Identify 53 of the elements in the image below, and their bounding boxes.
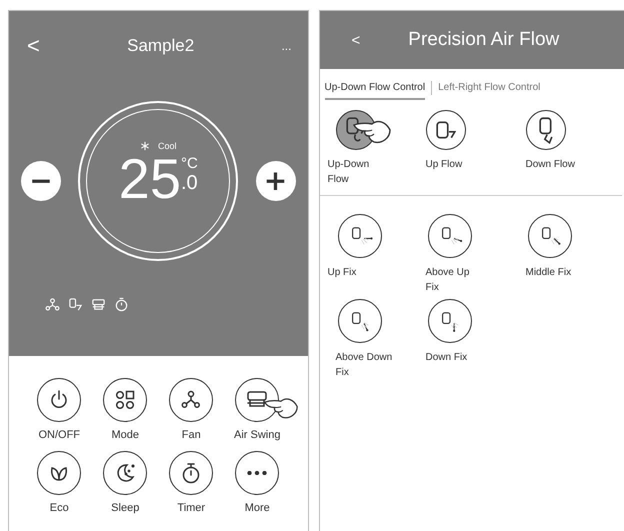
menu-button[interactable]: ... <box>281 39 292 53</box>
decrease-button[interactable]: − <box>21 161 61 201</box>
tab[interactable]: Up-Down Flow Control <box>324 82 426 100</box>
option-label: Above Down Fix <box>336 351 394 380</box>
option-label: Above Up Fix <box>426 266 470 295</box>
back-button[interactable]: < <box>27 33 40 59</box>
mode-label: Cool <box>158 141 176 151</box>
mode-icon <box>113 388 138 412</box>
control-button[interactable] <box>235 451 280 495</box>
option-label: Up-Down Flow <box>328 158 370 187</box>
screen-title: Precision Air Flow <box>408 29 560 51</box>
temperature-unit: °C <box>180 155 198 172</box>
temperature-decimal: .0 <box>180 172 198 195</box>
fix-option-button[interactable] <box>428 299 472 343</box>
tab[interactable]: Left-Right Flow Control <box>438 82 540 100</box>
control-button[interactable] <box>169 451 214 495</box>
control-button[interactable] <box>37 451 82 495</box>
fix-option-button[interactable] <box>528 214 572 258</box>
button-label: Air Swing <box>234 429 280 441</box>
option-label: Middle Fix <box>526 266 572 280</box>
option-label: Up Fix <box>328 266 358 280</box>
option-label: Down Flow <box>526 158 576 172</box>
control-button[interactable] <box>235 378 280 422</box>
flow-option-button[interactable] <box>426 110 466 150</box>
control-button[interactable] <box>103 451 148 495</box>
option-label: Down Fix <box>426 351 468 365</box>
fix-option-button[interactable] <box>338 299 382 343</box>
button-label: ON/OFF <box>38 429 80 441</box>
swing-icon <box>91 297 106 312</box>
button-label: Fan <box>182 429 201 441</box>
screen-title: Sample2 <box>127 36 194 56</box>
control-button[interactable] <box>103 378 148 422</box>
button-label: Timer <box>177 502 206 514</box>
fan-icon <box>45 297 60 312</box>
fix-option-button[interactable] <box>338 214 382 258</box>
button-label: Eco <box>50 502 69 514</box>
more-icon <box>247 471 268 475</box>
control-button[interactable] <box>37 378 82 422</box>
snowflake-icon <box>140 141 150 151</box>
air-flow-icon <box>436 121 456 139</box>
back-button[interactable]: < <box>352 32 360 48</box>
button-label: More <box>244 502 270 514</box>
button-label: Mode <box>111 429 140 441</box>
flow-option-button[interactable] <box>526 110 566 150</box>
fix-option-button[interactable] <box>428 214 472 258</box>
control-button[interactable] <box>169 378 214 422</box>
temperature-value: 25 <box>118 151 181 207</box>
timer-icon <box>114 297 129 312</box>
air-flow-icon <box>68 297 83 312</box>
air-flow-icon <box>538 116 552 144</box>
button-label: Sleep <box>111 502 140 514</box>
option-label: Up Flow <box>426 158 464 172</box>
increase-button[interactable]: + <box>256 161 296 201</box>
